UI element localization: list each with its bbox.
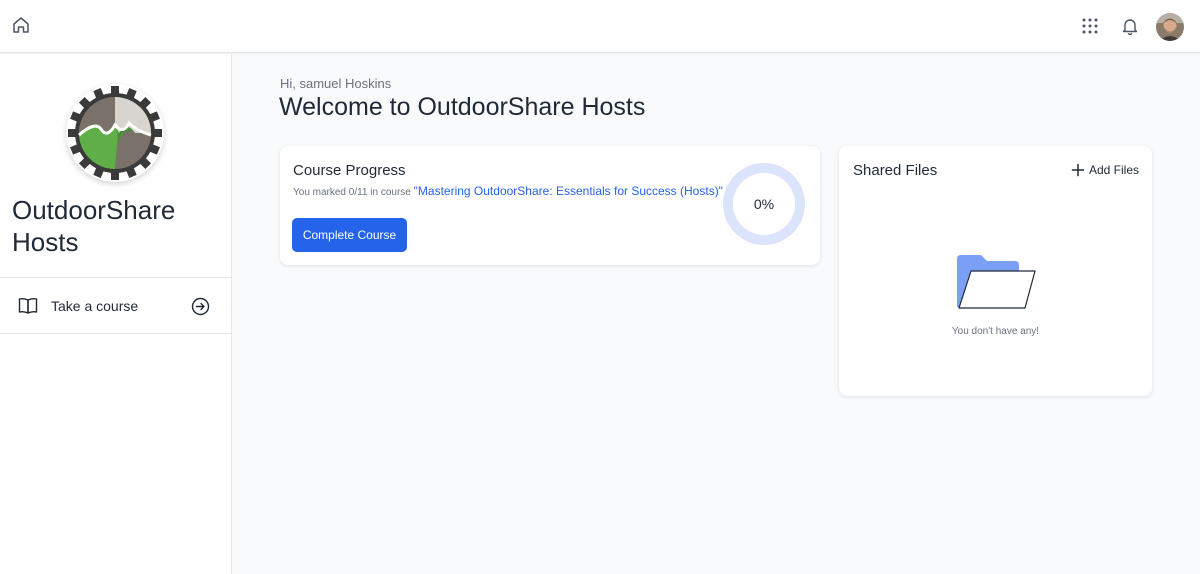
shared-files-card: Shared Files Add Files You don't have an… (839, 146, 1152, 396)
sidebar-item-label: Take a course (51, 298, 139, 314)
home-icon[interactable] (11, 15, 31, 35)
sidebar: OutdoorShare Hosts Take a course (0, 54, 232, 574)
greeting: Hi, samuel Hoskins (280, 76, 392, 91)
course-progress-title: Course Progress (293, 162, 406, 179)
add-files-label: Add Files (1089, 163, 1140, 177)
shared-files-title: Shared Files (853, 162, 938, 179)
course-progress-prefix: You marked 0/11 in course (293, 187, 414, 198)
empty-state-text: You don't have any! (951, 326, 1040, 337)
sidebar-item-take-a-course[interactable]: Take a course (0, 277, 231, 334)
org-name: OutdoorShare Hosts (12, 195, 176, 257)
course-progress-card: Course Progress You marked 0/11 in cours… (280, 146, 820, 265)
add-files-button[interactable]: Add Files (1071, 162, 1139, 178)
user-avatar[interactable] (1156, 13, 1184, 41)
empty-folder-icon (957, 255, 1036, 309)
grid-icon[interactable] (1081, 17, 1099, 35)
page-title: Welcome to OutdoorShare Hosts (279, 93, 646, 121)
book-icon (18, 297, 38, 314)
top-bar (0, 0, 1200, 53)
complete-course-button[interactable]: Complete Course (292, 218, 407, 252)
progress-percent: 0% (753, 196, 775, 212)
arrow-right-circle-icon[interactable] (191, 297, 210, 316)
plus-icon (1071, 163, 1085, 177)
course-link[interactable]: "Mastering OutdoorShare: Essentials for … (414, 184, 723, 198)
bell-icon[interactable] (1120, 16, 1140, 36)
org-logo (66, 84, 164, 182)
gear-logo-icon (68, 86, 162, 180)
course-progress-description: You marked 0/11 in course "Mastering Out… (293, 184, 723, 198)
